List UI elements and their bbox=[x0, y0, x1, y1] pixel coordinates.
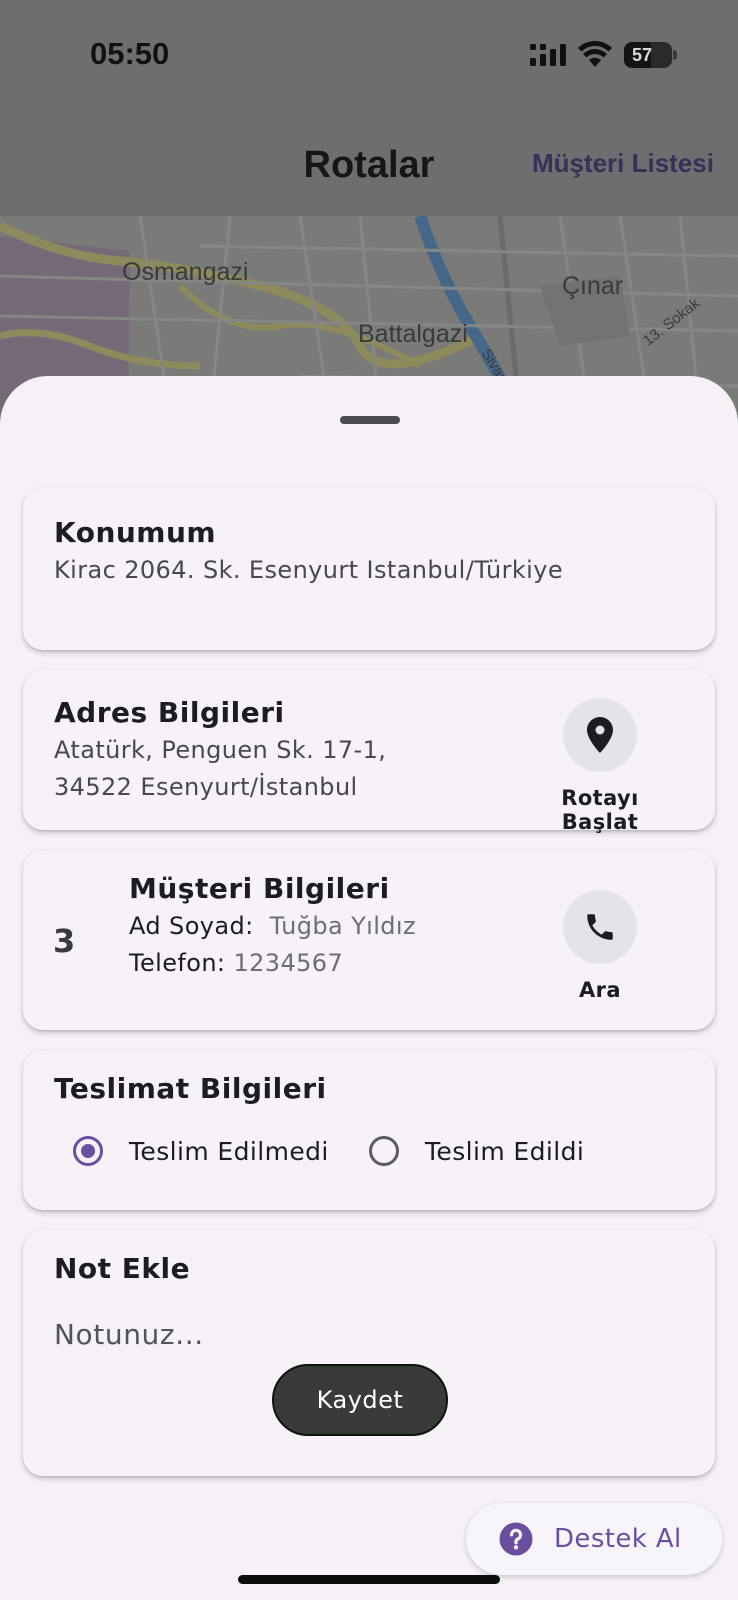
customer-phone-value: 1234567 bbox=[233, 949, 344, 977]
customer-order-number: 3 bbox=[53, 922, 76, 960]
phone-icon[interactable] bbox=[563, 890, 637, 964]
delivery-title: Teslimat Bilgileri bbox=[54, 1072, 327, 1105]
location-pin-icon[interactable] bbox=[563, 698, 637, 772]
address-card: Adres Bilgileri Atatürk, Penguen Sk. 17-… bbox=[23, 670, 715, 834]
cellular-signal-icon bbox=[530, 44, 566, 66]
customer-name-label: Ad Soyad: bbox=[129, 912, 254, 940]
bottom-sheet: Konumum Kirac 2064. Sk. Esenyurt Istanbu… bbox=[0, 376, 738, 1600]
customer-card: 3 Müşteri Bilgileri Ad Soyad: Tuğba Yıld… bbox=[23, 850, 715, 1030]
support-button[interactable]: Destek Al bbox=[466, 1503, 722, 1575]
note-input[interactable]: Notunuz... bbox=[54, 1318, 204, 1351]
app-header: Rotalar Müşteri Listesi bbox=[0, 110, 738, 216]
note-title: Not Ekle bbox=[54, 1252, 191, 1285]
battery-percent: 57 bbox=[631, 45, 653, 65]
wifi-icon bbox=[578, 40, 612, 67]
customer-list-link[interactable]: Müşteri Listesi bbox=[532, 148, 714, 179]
customer-phone-label: Telefon: bbox=[129, 949, 226, 977]
map-label-osmangazi: Osmangazi bbox=[122, 258, 249, 286]
start-route-label: Rotayı Başlat bbox=[561, 786, 639, 834]
status-bar: 05:50 57 bbox=[0, 0, 738, 110]
save-button[interactable]: Kaydet bbox=[272, 1364, 448, 1436]
start-route-button[interactable]: Rotayı Başlat bbox=[520, 698, 680, 834]
map-label-battalgazi: Battalgazi bbox=[358, 320, 468, 348]
radio-not-delivered[interactable]: Teslim Edilmedi bbox=[73, 1136, 329, 1166]
sheet-drag-handle[interactable] bbox=[340, 416, 400, 424]
customer-phone-row: Telefon: 1234567 bbox=[129, 949, 343, 977]
location-address: Kirac 2064. Sk. Esenyurt Istanbul/Türkiy… bbox=[54, 556, 563, 584]
home-indicator[interactable] bbox=[238, 1575, 500, 1584]
customer-name-row: Ad Soyad: Tuğba Yıldız bbox=[129, 912, 416, 940]
radio-delivered[interactable]: Teslim Edildi bbox=[369, 1136, 584, 1166]
help-circle-icon bbox=[499, 1522, 533, 1556]
battery-tip bbox=[673, 50, 677, 60]
location-title: Konumum bbox=[54, 516, 217, 549]
delivery-card: Teslimat Bilgileri Teslim Edilmedi Tesli… bbox=[23, 1050, 715, 1210]
customer-name-value: Tuğba Yıldız bbox=[269, 912, 416, 940]
address-title: Adres Bilgileri bbox=[54, 696, 285, 729]
battery-icon: 57 bbox=[624, 42, 672, 68]
call-button[interactable]: Ara bbox=[520, 890, 680, 1002]
note-card: Not Ekle Notunuz... Kaydet bbox=[23, 1230, 715, 1476]
address-line-1: Atatürk, Penguen Sk. 17-1, bbox=[54, 736, 387, 764]
location-card: Konumum Kirac 2064. Sk. Esenyurt Istanbu… bbox=[23, 488, 715, 650]
address-line-2: 34522 Esenyurt/İstanbul bbox=[54, 773, 358, 801]
radio-not-delivered-indicator[interactable] bbox=[73, 1136, 103, 1166]
support-label: Destek Al bbox=[554, 1524, 682, 1554]
customer-title: Müşteri Bilgileri bbox=[129, 872, 390, 905]
radio-delivered-indicator[interactable] bbox=[369, 1136, 399, 1166]
call-label: Ara bbox=[579, 978, 621, 1002]
radio-delivered-label[interactable]: Teslim Edildi bbox=[425, 1137, 584, 1166]
radio-not-delivered-label[interactable]: Teslim Edilmedi bbox=[129, 1137, 329, 1166]
status-time: 05:50 bbox=[90, 36, 170, 71]
map-label-cinar: Çınar bbox=[562, 272, 624, 300]
